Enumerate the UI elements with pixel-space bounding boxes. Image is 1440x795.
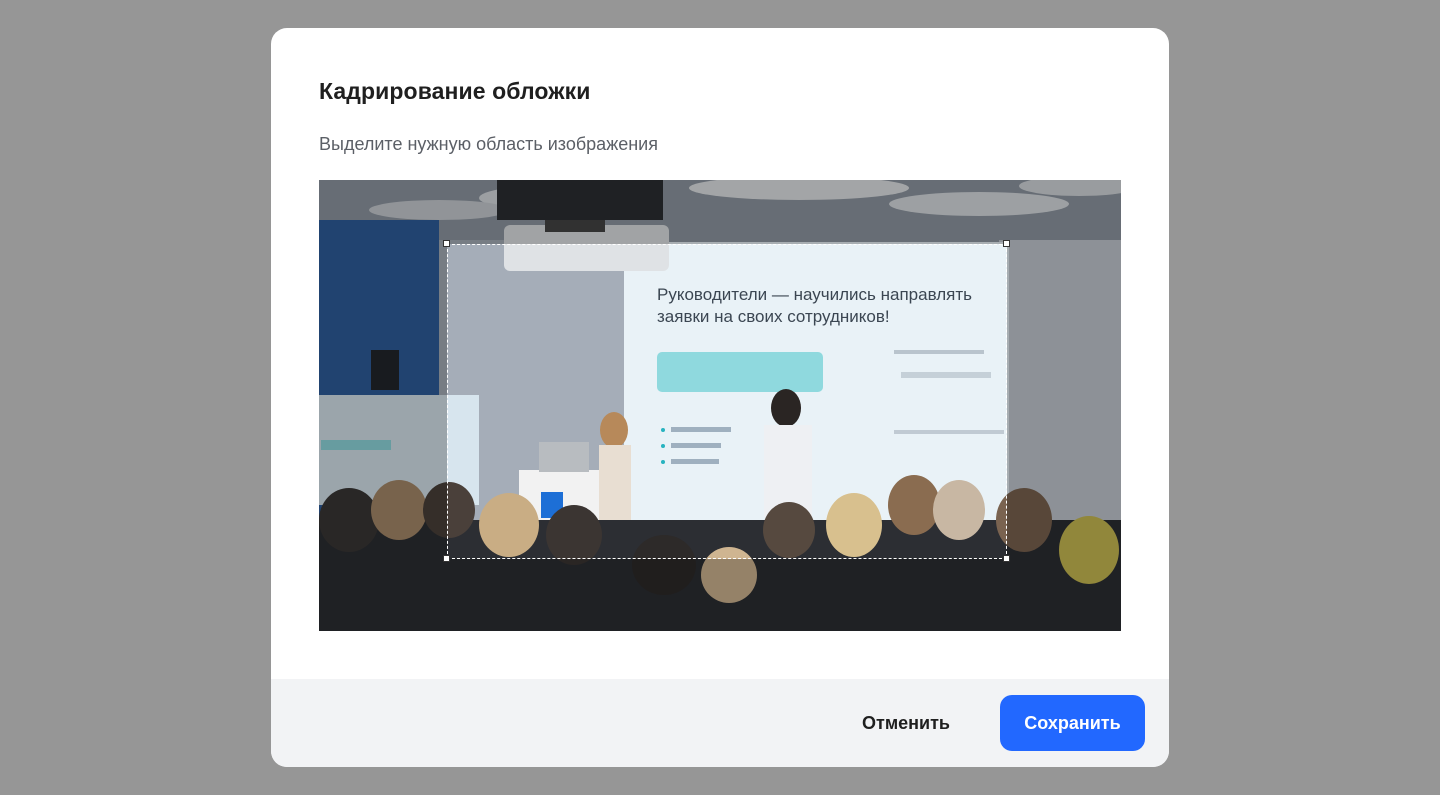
save-button[interactable]: Сохранить [1000, 695, 1145, 751]
crop-dim-right [1007, 244, 1121, 559]
cancel-button[interactable]: Отменить [833, 695, 979, 751]
crop-dim-bottom [319, 559, 1121, 631]
crop-dim-top [319, 180, 1121, 244]
crop-handle-bottom-left[interactable] [443, 555, 450, 562]
dialog-subtitle: Выделите нужную область изображения [319, 134, 658, 154]
crop-selection-frame[interactable] [447, 244, 1007, 559]
crop-handle-top-right[interactable] [1003, 240, 1010, 247]
crop-dim-left [319, 244, 447, 559]
crop-image-area[interactable]: Руководители — научились направлять заяв… [319, 180, 1121, 631]
dialog-footer: Отменить Сохранить [271, 679, 1169, 767]
crop-handle-bottom-right[interactable] [1003, 555, 1010, 562]
crop-handle-top-left[interactable] [443, 240, 450, 247]
crop-cover-dialog: Кадрирование обложки Выделите нужную обл… [271, 28, 1169, 767]
dialog-title: Кадрирование обложки [319, 78, 591, 104]
